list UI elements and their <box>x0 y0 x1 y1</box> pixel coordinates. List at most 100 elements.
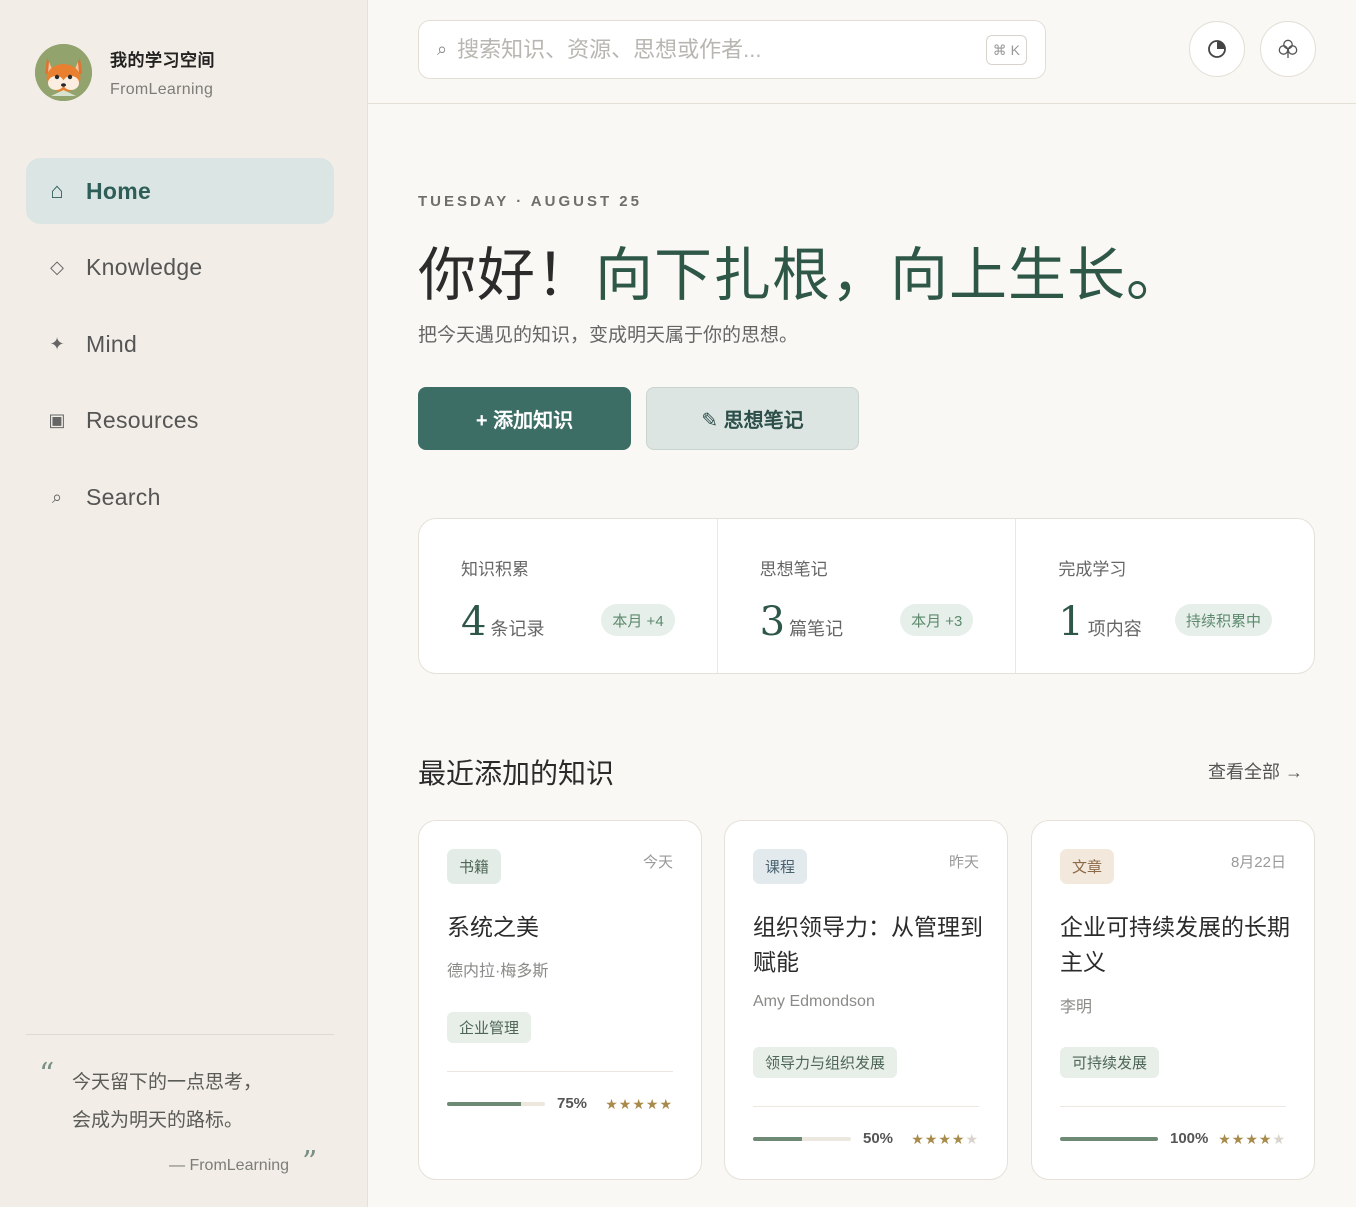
progress-fill <box>447 1102 521 1106</box>
add-knowledge-button[interactable]: + 添加知识 <box>418 387 631 450</box>
card-author: Amy Edmondson <box>753 993 875 1010</box>
star-icon: ★ <box>1245 1131 1259 1147</box>
card-topic-tag: 可持续发展 <box>1060 1047 1160 1078</box>
clover-button[interactable] <box>1260 21 1316 77</box>
quote-author: — FromLearning <box>169 1157 290 1174</box>
sidebar-item-home[interactable]: ⌂ Home <box>26 158 334 224</box>
divider <box>753 1106 979 1107</box>
progress-percent: 50% <box>863 1130 894 1147</box>
avatar[interactable] <box>35 44 92 101</box>
stat-badge: 持续积累中 <box>1175 604 1273 636</box>
stats-button[interactable] <box>1189 21 1245 77</box>
page-subtitle: 把今天遇见的知识，变成明天属于你的思想。 <box>418 325 799 346</box>
stats-panel: 知识积累 4 条记录 本月 +4 思想笔记 3 篇笔记 本月 +3 完成学习 1 项内… <box>418 518 1315 674</box>
brand-subtitle: FromLearning <box>110 81 214 98</box>
progress-fill <box>753 1137 802 1141</box>
star-icon: ★ <box>951 1131 966 1147</box>
star-icon: ★ <box>632 1096 646 1112</box>
card-date: 今天 <box>642 854 673 871</box>
progress-percent: 100% <box>1170 1130 1209 1147</box>
divider <box>447 1071 673 1072</box>
date-label: TUESDAY · AUGUST 25 <box>418 193 642 210</box>
home-icon: ⌂ <box>50 178 64 203</box>
card-topic-tag: 领导力与组织发展 <box>753 1047 898 1078</box>
star-icon: ★ <box>645 1096 660 1112</box>
stat-badge: 本月 +4 <box>601 604 675 636</box>
star-icon: ★ <box>659 1096 673 1112</box>
progress-bar <box>753 1137 851 1141</box>
card-title: 组织领导力：从管理到赋能 <box>753 915 983 976</box>
star-icon: ★ <box>965 1131 979 1147</box>
star-icon: ★ <box>1258 1131 1273 1147</box>
progress-fill <box>1060 1137 1158 1141</box>
sidebar-item-label: Home <box>86 177 152 204</box>
quote-block: “ 今天留下的一点思考， 会成为明天的路标。 — FromLearning ” <box>26 1034 334 1180</box>
star-icon: ★ <box>911 1131 925 1147</box>
star-icon: ★ <box>924 1131 939 1147</box>
shortcut-hint: ⌘ K <box>985 35 1027 65</box>
brand: 我的学习空间 FromLearning <box>35 44 215 101</box>
stat-unit: 条记录 <box>490 619 545 639</box>
quote-line: 今天留下的一点思考， <box>72 1071 263 1093</box>
search-icon: ⌕ <box>51 486 63 507</box>
stat-completed: 完成学习 1 项内容 持续积累中 <box>1016 519 1314 673</box>
stat-knowledge: 知识积累 4 条记录 本月 +4 <box>419 519 718 673</box>
card-type-tag: 书籍 <box>447 849 502 884</box>
stat-title: 思想笔记 <box>759 560 828 579</box>
search-input[interactable] <box>457 36 958 63</box>
square-icon: ▣ <box>48 410 66 430</box>
search-icon: ⌕ <box>437 39 448 59</box>
card-type-tag: 文章 <box>1060 849 1115 884</box>
progress-percent: 75% <box>557 1095 588 1112</box>
pie-chart-icon <box>1208 40 1226 58</box>
stat-number: 3 <box>759 599 786 645</box>
knowledge-card[interactable]: 书籍 今天 系统之美 德内拉·梅多斯 企业管理 75% ★★★★★ <box>418 820 702 1180</box>
section-title: 最近添加的知识 <box>418 757 615 790</box>
clover-icon <box>1278 39 1298 58</box>
open-quote-icon: “ <box>39 1057 55 1092</box>
card-title: 企业可持续发展的长期主义 <box>1060 915 1290 976</box>
star-icon: ★ <box>605 1096 619 1112</box>
sidebar-item-label: Knowledge <box>86 254 203 280</box>
quote-line: 会成为明天的路标。 <box>72 1109 244 1131</box>
star-icon: ★ <box>618 1096 633 1112</box>
motto: 向下扎根，向上生长。 <box>595 241 1186 309</box>
sidebar-item-label: Mind <box>86 330 138 357</box>
card-date: 8月22日 <box>1230 854 1286 871</box>
sidebar-nav: ⌂ Home ◇ Knowledge ✦ Mind ▣ Resources ⌕ … <box>26 158 334 541</box>
stat-badge: 本月 +3 <box>900 604 974 636</box>
sparkle-icon: ✦ <box>49 333 65 354</box>
stat-value: 4 条记录 <box>461 599 544 645</box>
mind-note-button[interactable]: ✎ 思想笔记 <box>646 387 859 450</box>
sidebar: 我的学习空间 FromLearning ⌂ Home ◇ Knowledge ✦… <box>0 0 368 1207</box>
greeting: 你好！ <box>418 241 596 309</box>
sidebar-item-search[interactable]: ⌕ Search <box>26 464 334 530</box>
progress-bar <box>1060 1137 1158 1141</box>
knowledge-card[interactable]: 文章 8月22日 企业可持续发展的长期主义 李明 可持续发展 100% ★★★★… <box>1031 820 1315 1180</box>
stat-notes: 思想笔记 3 篇笔记 本月 +3 <box>718 519 1017 673</box>
quote-text: 今天留下的一点思考， 会成为明天的路标。 <box>72 1063 334 1139</box>
stat-title: 完成学习 <box>1058 560 1127 579</box>
diamond-icon: ◇ <box>50 257 64 277</box>
progress-bar <box>447 1102 545 1106</box>
card-author: 德内拉·梅多斯 <box>447 963 549 980</box>
brand-title: 我的学习空间 <box>110 51 215 70</box>
card-title: 系统之美 <box>447 915 539 941</box>
view-all-link[interactable]: 查看全部 → <box>1208 758 1303 784</box>
stat-unit: 项内容 <box>1087 619 1142 639</box>
stat-title: 知识积累 <box>461 560 529 579</box>
fox-icon <box>35 44 92 101</box>
knowledge-card[interactable]: 课程 昨天 组织领导力：从管理到赋能 Amy Edmondson 领导力与组织发… <box>724 820 1008 1180</box>
search-box[interactable]: ⌕ ⌘ K <box>418 20 1046 79</box>
stat-value: 1 项内容 <box>1058 599 1141 645</box>
sidebar-item-resources[interactable]: ▣ Resources <box>26 388 334 454</box>
card-type-tag: 课程 <box>753 849 808 884</box>
sidebar-item-knowledge[interactable]: ◇ Knowledge <box>26 235 334 301</box>
sidebar-item-mind[interactable]: ✦ Mind <box>26 311 334 377</box>
stat-number: 1 <box>1058 599 1084 645</box>
rating-stars: ★★★★★ <box>1218 1131 1286 1148</box>
rating-stars: ★★★★★ <box>605 1096 673 1113</box>
card-topic-tag: 企业管理 <box>447 1012 532 1043</box>
star-icon: ★ <box>1272 1131 1286 1147</box>
sidebar-item-label: Search <box>86 483 161 510</box>
